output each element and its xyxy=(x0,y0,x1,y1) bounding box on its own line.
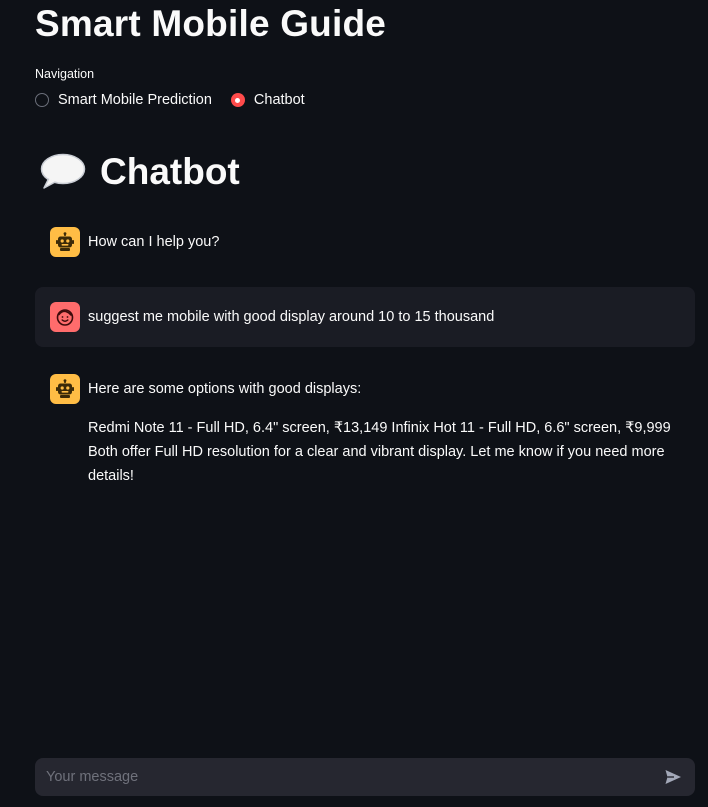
nav-option-smart-mobile-prediction[interactable]: Smart Mobile Prediction xyxy=(35,92,212,108)
chat-header: Chatbot xyxy=(40,150,240,194)
message-text: Redmi Note 11 - Full HD, 6.4" screen, ₹1… xyxy=(88,420,671,484)
speech-bubble-icon xyxy=(40,151,86,193)
robot-icon xyxy=(50,374,80,404)
nav-option-label: Chatbot xyxy=(253,92,305,108)
chat-message-assistant: How can I help you? xyxy=(35,227,695,257)
radio-unselected-icon[interactable] xyxy=(35,93,49,107)
message-content: How can I help you? xyxy=(88,227,219,257)
send-arrow-icon[interactable] xyxy=(661,765,685,789)
nav-option-chatbot[interactable]: Chatbot xyxy=(230,92,305,108)
robot-icon xyxy=(50,227,80,257)
message-text: Here are some options with good displays… xyxy=(88,381,362,397)
page-title: Smart Mobile Guide xyxy=(35,3,387,44)
smiley-face-icon xyxy=(50,302,80,332)
message-text: How can I help you? xyxy=(88,234,220,250)
chat-input-container xyxy=(35,758,695,796)
navigation-radio-group: Smart Mobile Prediction Chatbot xyxy=(35,92,305,108)
navigation-label: Navigation xyxy=(35,67,95,81)
nav-option-label: Smart Mobile Prediction xyxy=(58,92,212,108)
message-content: Here are some options with good displays… xyxy=(88,374,680,488)
chat-message-input[interactable] xyxy=(44,768,661,786)
message-content: suggest me mobile with good display arou… xyxy=(88,305,494,329)
chat-message-user: suggest me mobile with good display arou… xyxy=(35,287,695,347)
streamlit-app: Smart Mobile Guide Navigation Smart Mobi… xyxy=(0,0,708,807)
chat-message-assistant: Here are some options with good displays… xyxy=(35,374,695,488)
message-text: suggest me mobile with good display arou… xyxy=(88,309,495,325)
radio-selected-icon[interactable] xyxy=(230,93,245,107)
chat-title: Chatbot xyxy=(100,151,240,192)
